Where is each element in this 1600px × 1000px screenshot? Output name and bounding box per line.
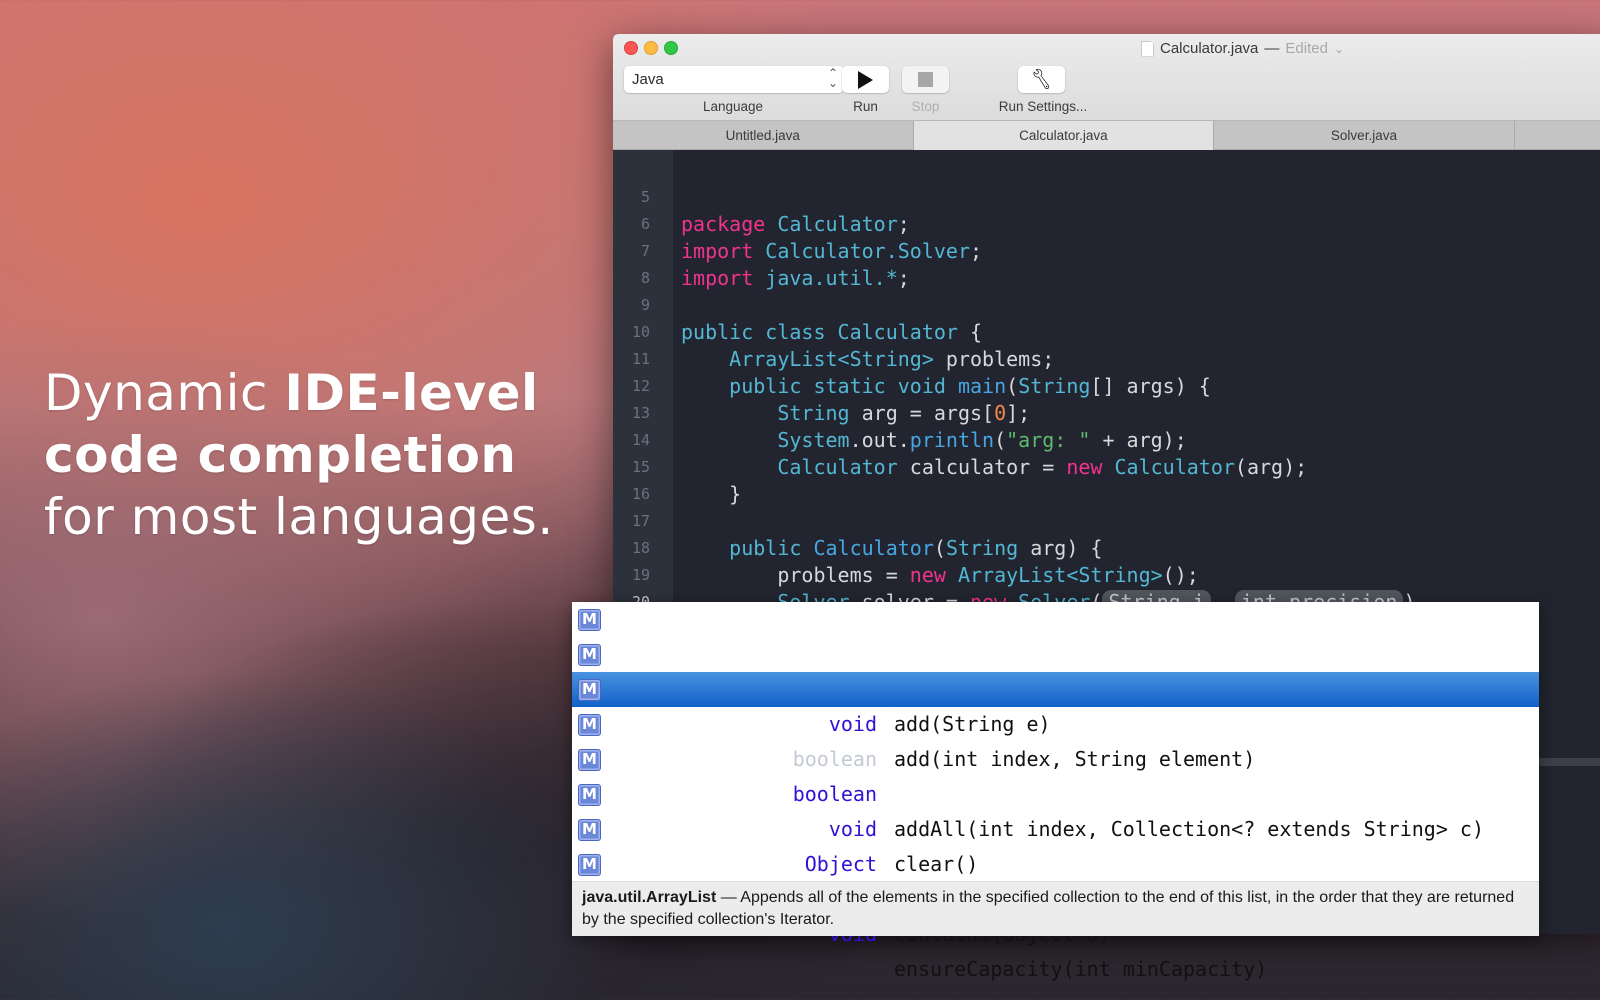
completion-item[interactable]: M void add(int index, String element)	[572, 637, 1539, 771]
method-icon: M	[578, 749, 601, 771]
doc-class-name: java.util.ArrayList	[582, 889, 717, 906]
code-line: 11 public static void main(String[] args…	[613, 319, 1600, 398]
completion-popup: M boolean add(String e) M void add(int i…	[572, 602, 1539, 981]
run-button[interactable]	[842, 66, 889, 93]
code-line: 18 problems = new ArrayList<String>();	[613, 508, 1600, 587]
tab-overflow[interactable]	[1514, 121, 1600, 150]
headline-line1-bold: IDE-level	[284, 364, 539, 422]
close-button[interactable]	[624, 41, 638, 55]
method-icon: M	[578, 854, 601, 876]
method-signature: ensureCapacity(int minCapacity)	[894, 957, 1268, 981]
headline-line2-bold: code completion	[44, 426, 517, 484]
method-icon: M	[578, 609, 601, 631]
headline-line3: for most languages.	[44, 488, 554, 546]
chevron-down-icon: ⌄	[1333, 41, 1344, 56]
run-settings-button[interactable]: 🔧︎	[1018, 66, 1065, 93]
code-line: 17 public Calculator(String arg) {	[613, 481, 1600, 560]
code-line: 8	[613, 238, 1600, 287]
completion-item[interactable]: M void clear()	[572, 742, 1539, 876]
headline: Dynamic IDE-level code completion for mo…	[44, 362, 554, 548]
code-line: 19 Solver solver = new Solver(String i, …	[613, 535, 1600, 614]
run-settings-label: Run Settings...	[998, 99, 1088, 114]
code-line: 15 }	[613, 427, 1600, 506]
method-icon: M	[578, 819, 601, 841]
code-line: 5 package Calculator;	[613, 157, 1600, 236]
edited-label: Edited	[1285, 40, 1328, 57]
language-select-value: Java	[632, 71, 664, 88]
code-line-current: 20 problems.	[613, 562, 1600, 642]
headline-line1: Dynamic	[44, 364, 285, 422]
titlebar: Calculator.java — Edited ⌄ Java ⌃ ⌄ Langu…	[613, 34, 1600, 150]
completion-item[interactable]: M boolean add(String e)	[572, 602, 1539, 736]
minimize-button[interactable]	[644, 41, 658, 55]
code-line: 16	[613, 454, 1600, 503]
window-title-filename: Calculator.java	[1160, 40, 1259, 57]
method-icon: M	[578, 679, 601, 701]
run-label: Run	[853, 99, 878, 114]
code-line: 14 Calculator calculator = new Calculato…	[613, 400, 1600, 479]
tab-calculator-java[interactable]: Calculator.java	[913, 121, 1215, 150]
method-icon: M	[578, 644, 601, 666]
method-icon: M	[578, 714, 601, 736]
language-select[interactable]: Java ⌃ ⌄	[624, 66, 844, 93]
tab-untitled-java[interactable]: Untitled.java	[613, 121, 914, 150]
window-title[interactable]: Calculator.java — Edited ⌄	[1141, 40, 1344, 57]
window-title-separator: —	[1264, 40, 1280, 57]
wrench-icon: 🔧︎	[1028, 67, 1055, 91]
code-line: 7 import java.util.*;	[613, 211, 1600, 290]
stop-icon	[918, 72, 933, 87]
code-line: 10 ArrayList<String> problems;	[613, 292, 1600, 371]
code-line: 6 import Calculator.Solver;	[613, 184, 1600, 263]
method-icon: M	[578, 784, 601, 806]
zoom-button[interactable]	[664, 41, 678, 55]
completion-documentation: java.util.ArrayList — Appends all of the…	[572, 881, 1539, 936]
stop-label: Stop	[911, 99, 940, 114]
completion-item[interactable]: M void ensureCapacity(int minCapacity)	[572, 847, 1539, 981]
completion-item[interactable]: M boolean addAll(int index, Collection<?…	[572, 707, 1539, 841]
tab-solver-java[interactable]: Solver.java	[1214, 121, 1515, 150]
stop-button[interactable]	[902, 66, 949, 93]
code-line: 9 public class Calculator {	[613, 265, 1600, 344]
completion-item[interactable]: M Object clone()	[572, 777, 1539, 911]
completion-item-selected[interactable]: M boolean addAll(Collection<? extends St…	[572, 672, 1539, 806]
play-icon	[858, 70, 873, 89]
up-down-chevron-icon: ⌃ ⌄	[827, 66, 838, 90]
code-line: 12 String arg = args[0];	[613, 346, 1600, 425]
language-label: Language	[702, 99, 764, 114]
code-line: 13 System.out.println("arg: " + arg);	[613, 373, 1600, 452]
completion-item[interactable]: M boolean contains(Object o)	[572, 812, 1539, 946]
document-icon	[1141, 40, 1154, 57]
doc-description: — Appends all of the elements in the spe…	[582, 889, 1515, 928]
tab-bar: Untitled.java Calculator.java Solver.jav…	[613, 120, 1600, 150]
